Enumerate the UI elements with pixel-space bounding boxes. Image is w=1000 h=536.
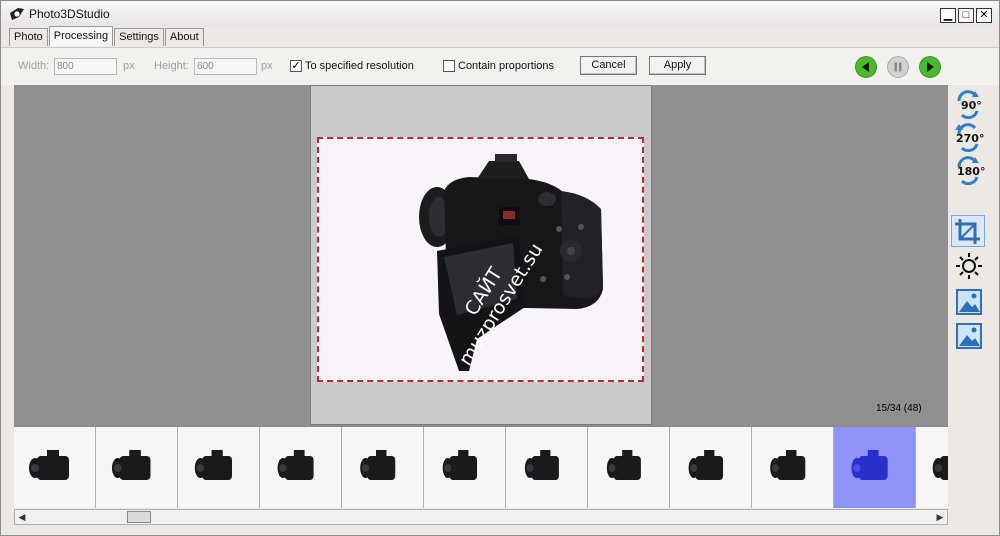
proportions-checkbox[interactable] [443,60,455,72]
brightness-icon[interactable] [953,251,985,281]
filmstrip-scrollbar[interactable]: ◀ ▶ [14,509,948,525]
svg-text:270°: 270° [956,132,984,145]
resolution-checkbox[interactable]: ✓ [290,60,302,72]
camera-photo: САЙТ muzprosvet.su [419,154,603,371]
image-viewer: САЙТ muzprosvet.su 15/34 (48) [14,85,948,426]
thumbnail-strip [14,426,948,508]
height-unit: px [261,60,273,72]
width-label: Width: [18,60,50,72]
play-forward-icon[interactable] [919,56,941,78]
height-label: Height: [154,60,189,72]
maximize-button[interactable]: □ [958,8,974,23]
app-window: Photo3DStudio ▁ □ ✕ Photo Processing Set… [0,0,1000,536]
width-unit: px [123,60,135,72]
resolution-label: To specified resolution [305,60,414,72]
thumbnail[interactable] [834,427,916,508]
thumbnail[interactable] [916,427,948,508]
thumbnail[interactable] [96,427,178,508]
image-canvas[interactable]: САЙТ muzprosvet.su [310,85,652,425]
height-field[interactable]: 600 [194,58,257,75]
tab-about[interactable]: About [164,28,204,46]
tab-processing[interactable]: Processing [48,26,114,46]
minimize-button[interactable]: ▁ [940,8,956,23]
frame-counter: 15/34 (48) [876,403,922,414]
crop-icon[interactable] [951,215,985,247]
tab-bar: Photo Processing Settings About [9,26,205,46]
thumbnail[interactable] [342,427,424,508]
thumbnail[interactable] [506,427,588,508]
camera-app-icon [10,8,24,20]
rotate-90-icon[interactable]: 90° [953,89,985,120]
scroll-left-icon[interactable]: ◀ [15,510,29,524]
title-bar: Photo3DStudio ▁ □ ✕ [1,1,999,27]
thumbnail[interactable] [178,427,260,508]
tab-settings[interactable]: Settings [114,28,164,46]
thumbnail[interactable] [752,427,834,508]
rotate-270-icon[interactable]: 270° [953,122,985,153]
rotate-180-icon[interactable]: 180° [953,155,985,186]
thumbnail[interactable] [260,427,342,508]
thumbnail[interactable] [424,427,506,508]
svg-text:90°: 90° [961,99,982,112]
window-title: Photo3DStudio [29,7,110,21]
tab-photo[interactable]: Photo [9,28,48,46]
close-button[interactable]: ✕ [976,8,992,23]
crop-selection[interactable]: САЙТ muzprosvet.su [317,137,644,382]
image-icon[interactable] [953,321,985,351]
tools-panel: 90° 270° 180° [948,85,999,508]
cancel-button[interactable]: Cancel [580,56,637,75]
apply-button[interactable]: Apply [649,56,706,75]
thumbnail[interactable] [588,427,670,508]
proportions-label: Contain proportions [458,60,555,72]
scroll-thumb[interactable] [127,511,151,523]
thumbnail[interactable] [14,427,96,508]
image-icon[interactable] [953,287,985,317]
pause-icon[interactable] [887,56,909,78]
scroll-right-icon[interactable]: ▶ [933,510,947,524]
svg-text:180°: 180° [957,165,985,178]
width-field[interactable]: 800 [54,58,117,75]
play-back-icon[interactable] [855,56,877,78]
processing-toolbar: Width: 800 px Height: 600 px ✓ To specif… [1,47,999,85]
thumbnail[interactable] [670,427,752,508]
